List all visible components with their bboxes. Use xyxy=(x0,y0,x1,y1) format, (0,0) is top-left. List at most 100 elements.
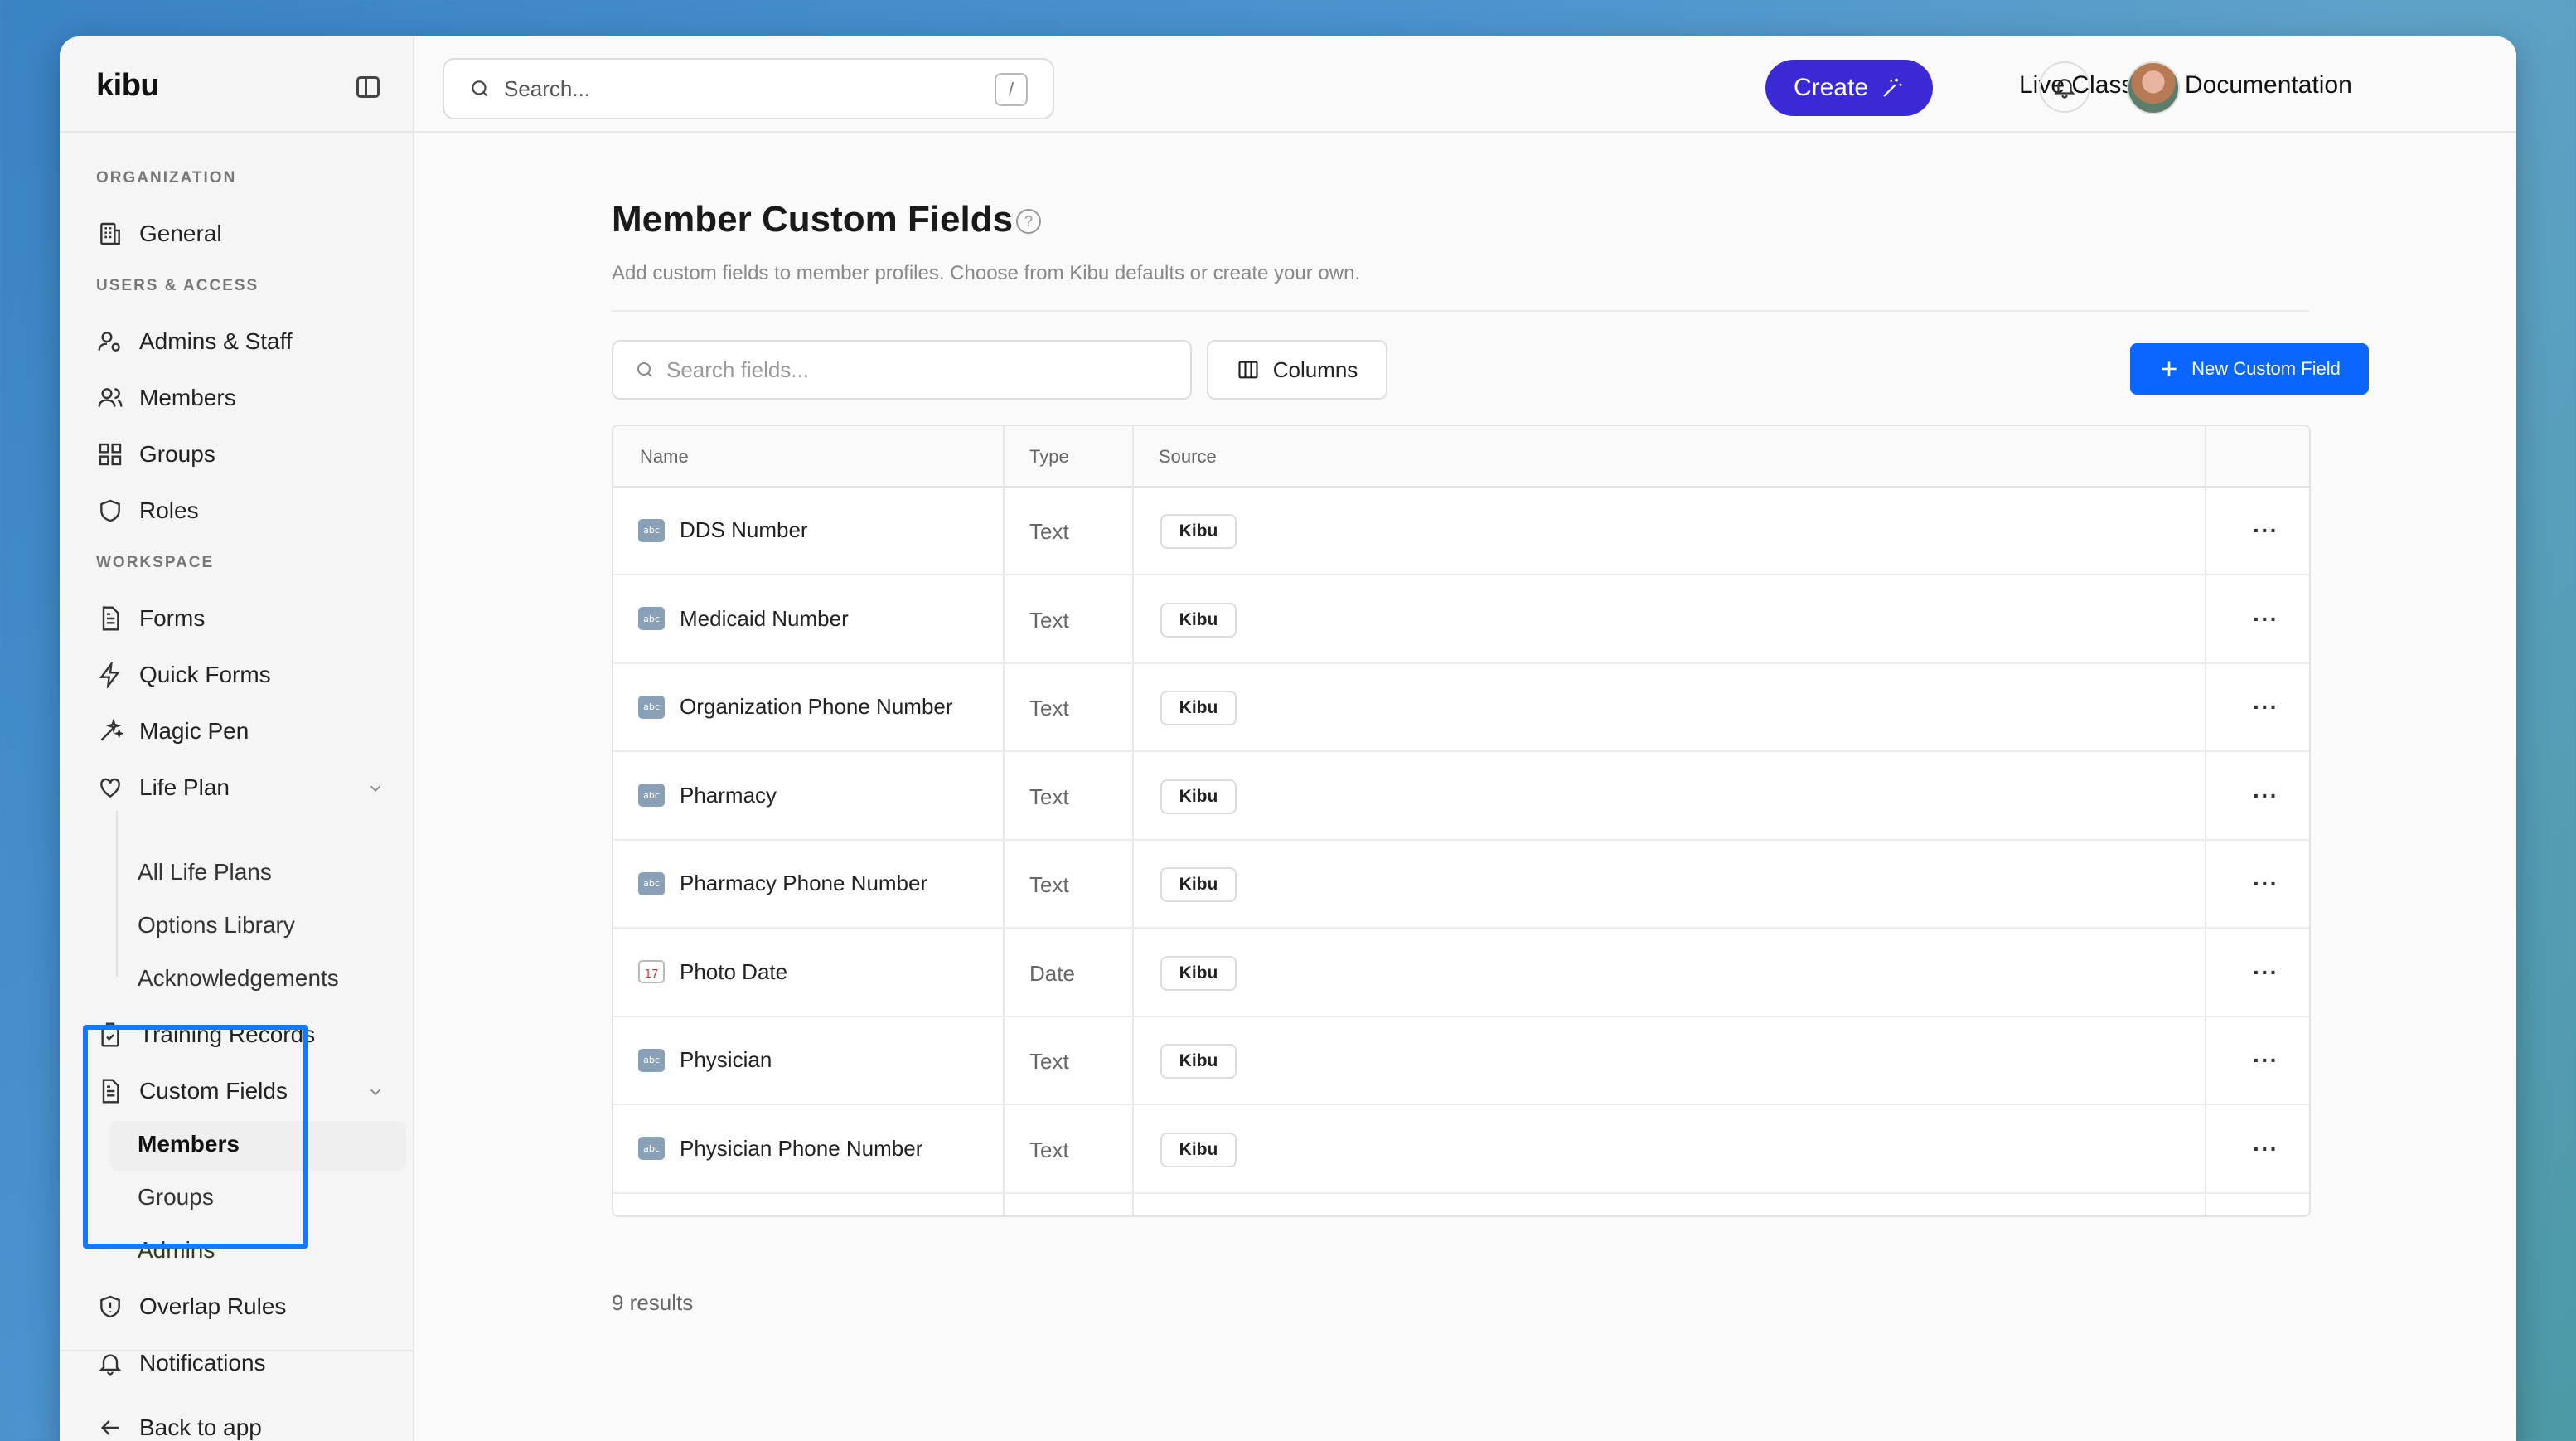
sidebar-item-label: Notifications xyxy=(139,1350,266,1376)
sidebar-item-forms[interactable]: Forms xyxy=(96,595,205,642)
field-name-cell: abc Pharmacy xyxy=(638,783,777,808)
source-badge: Kibu xyxy=(1160,514,1237,549)
sidebar-subitem-acknowledgements[interactable]: Acknowledgements xyxy=(138,955,339,1002)
sidebar-item-label: Overlap Rules xyxy=(139,1293,287,1319)
sidebar-item-quick-forms[interactable]: Quick Forms xyxy=(96,652,271,698)
column-header-type[interactable]: Type xyxy=(1029,446,1069,468)
field-type: Text xyxy=(1029,696,1069,720)
table-row[interactable]: abc Medicaid Number Text Kibu ··· xyxy=(613,576,2309,664)
field-name-cell: abc Physician xyxy=(638,1047,772,1073)
more-actions-icon[interactable]: ··· xyxy=(2253,694,2278,720)
plus-icon xyxy=(2162,361,2177,376)
create-button-label: Create xyxy=(1793,74,1869,101)
sidebar-item-label: Quick Forms xyxy=(139,662,271,687)
more-actions-icon[interactable]: ··· xyxy=(2253,517,2278,544)
more-actions-icon[interactable]: ··· xyxy=(2253,1047,2278,1074)
text-type-icon: abc xyxy=(638,1048,665,1072)
table-row[interactable]: 17 Photo Date Date Kibu ··· xyxy=(613,929,2309,1017)
table-row[interactable]: abc Pharmacy Text Kibu ··· xyxy=(613,753,2309,841)
sidebar-footer-divider xyxy=(60,1350,413,1351)
chevron-down-icon[interactable] xyxy=(366,779,385,798)
column-header-source[interactable]: Source xyxy=(1159,446,1217,468)
sidebar-item-roles[interactable]: Roles xyxy=(96,488,199,534)
field-name: DDS Number xyxy=(680,517,808,542)
more-actions-icon[interactable]: ··· xyxy=(2253,959,2278,986)
sidebar-item-label: Members xyxy=(139,385,236,410)
sidebar-item-admins-staff[interactable]: Admins & Staff xyxy=(96,318,293,365)
table-row[interactable]: abc Pharmacy Phone Number Text Kibu ··· xyxy=(613,841,2309,929)
more-actions-icon[interactable]: ··· xyxy=(2253,783,2278,809)
field-name: Pharmacy Phone Number xyxy=(680,871,928,895)
sidebar-item-life-plan[interactable]: Life Plan xyxy=(96,764,230,811)
field-name-cell: abc Organization Phone Number xyxy=(638,694,953,720)
users-icon xyxy=(96,384,124,412)
calendar-icon: 17 xyxy=(638,960,665,983)
text-type-icon: abc xyxy=(638,1137,665,1160)
field-type: Date xyxy=(1029,960,1075,986)
submenu-line xyxy=(116,811,118,977)
sparkles-icon xyxy=(96,717,124,745)
source-badge: Kibu xyxy=(1160,779,1237,814)
avatar[interactable] xyxy=(2127,61,2180,114)
source-badge: Kibu xyxy=(1160,867,1237,902)
page-title: Member Custom Fields xyxy=(612,199,1014,240)
source-badge: Kibu xyxy=(1160,955,1237,991)
building-icon xyxy=(96,220,124,248)
table-row[interactable]: abc Physician Phone Number Text Kibu ··· xyxy=(613,1106,2309,1194)
topbar: Search... / Create Live Classes Document… xyxy=(414,36,2516,133)
columns-button[interactable]: Columns xyxy=(1207,340,1387,400)
logo[interactable]: kibu xyxy=(96,68,160,104)
sidebar-item-groups[interactable]: Groups xyxy=(96,431,215,478)
more-actions-icon[interactable]: ··· xyxy=(2253,871,2278,897)
help-icon[interactable]: ? xyxy=(1016,209,1041,234)
shield-icon xyxy=(96,497,124,525)
shield-alert-icon xyxy=(96,1293,124,1321)
back-to-app-link[interactable]: Back to app xyxy=(96,1405,262,1441)
global-search-input[interactable]: Search... / xyxy=(443,58,1054,119)
bell-icon xyxy=(2054,79,2075,99)
chevron-down-icon[interactable] xyxy=(366,1083,385,1101)
sidebar-toggle-icon[interactable] xyxy=(356,76,380,98)
field-type: Text xyxy=(1029,784,1069,809)
sidebar-item-magic-pen[interactable]: Magic Pen xyxy=(96,708,249,754)
source-badge: Kibu xyxy=(1160,691,1237,725)
table-row[interactable]: abc Organization Phone Number Text Kibu ··· xyxy=(613,664,2309,752)
sidebar-item-overlap-rules[interactable]: Overlap Rules xyxy=(96,1283,286,1330)
column-header-name[interactable]: Name xyxy=(640,446,689,468)
field-type: Text xyxy=(1029,1049,1069,1074)
highlight-box xyxy=(83,1025,308,1249)
search-placeholder: Search... xyxy=(504,75,591,101)
text-type-icon: abc xyxy=(638,871,665,895)
text-type-icon: abc xyxy=(638,607,665,630)
create-button[interactable]: Create xyxy=(1765,60,1933,116)
sidebar-item-members[interactable]: Members xyxy=(96,375,236,421)
bell-icon xyxy=(96,1349,124,1377)
sidebar-subitem-options-library[interactable]: Options Library xyxy=(138,902,295,949)
table-row[interactable]: abcProgram Phone NumberTextKibu··· xyxy=(613,1194,2309,1215)
app-window: kibu ORGANIZATION General USERS & ACCESS… xyxy=(60,36,2516,1441)
document-icon xyxy=(96,604,124,633)
main-content: Member Custom Fields ? Add custom fields… xyxy=(414,133,2516,1441)
magic-wand-icon xyxy=(1883,78,1902,97)
table-row[interactable]: abc DDS Number Text Kibu ··· xyxy=(613,488,2309,575)
table-row[interactable]: abc Physician Text Kibu ··· xyxy=(613,1017,2309,1105)
sidebar-item-notifications[interactable]: Notifications xyxy=(96,1340,266,1386)
text-type-icon: abc xyxy=(638,784,665,807)
documentation-link[interactable]: Documentation xyxy=(2185,71,2352,99)
custom-fields-table: Name Type Source abc DDS Number Text Kibu ··… xyxy=(612,425,2311,1217)
sidebar-item-general[interactable]: General xyxy=(96,211,222,257)
notifications-button[interactable] xyxy=(2039,61,2090,113)
sidebar-item-label: Forms xyxy=(139,605,206,631)
section-workspace: WORKSPACE xyxy=(96,554,215,571)
field-type: Text xyxy=(1029,519,1069,544)
columns-icon xyxy=(1238,361,1258,379)
fields-search-input[interactable]: Search fields... xyxy=(612,340,1192,400)
new-custom-field-button[interactable]: New Custom Field xyxy=(2130,343,2369,395)
keyboard-shortcut-badge: / xyxy=(995,73,1028,106)
sidebar-header: kibu xyxy=(60,36,413,133)
sidebar-subitem-all-life-plans[interactable]: All Life Plans xyxy=(138,849,272,895)
more-actions-icon[interactable]: ··· xyxy=(2253,606,2278,633)
results-count: 9 results xyxy=(612,1290,694,1315)
sidebar-item-label: Groups xyxy=(139,441,215,467)
more-actions-icon[interactable]: ··· xyxy=(2253,1136,2278,1162)
